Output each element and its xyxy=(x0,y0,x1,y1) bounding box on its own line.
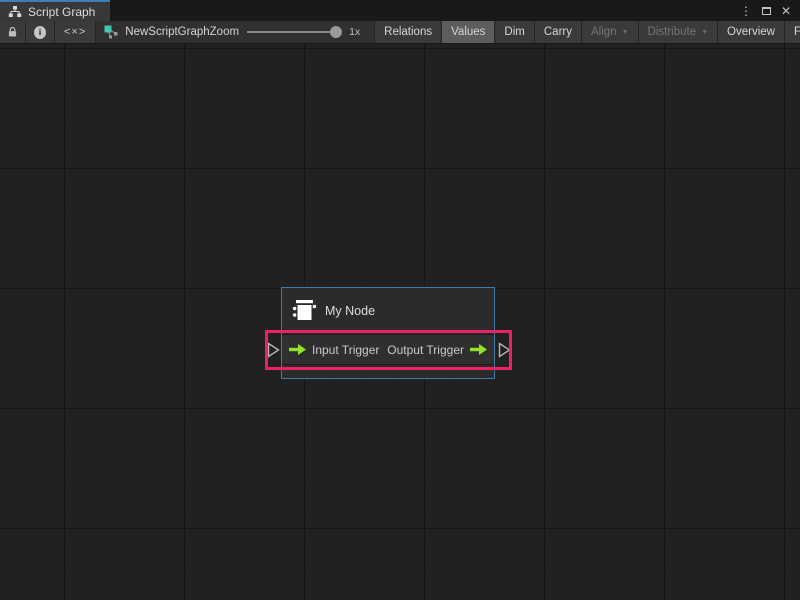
input-trigger-port[interactable]: Input Trigger xyxy=(289,343,379,357)
zoom-slider-handle[interactable] xyxy=(330,26,342,38)
code-preview-toggle-button[interactable]: <×> xyxy=(55,21,96,43)
output-trigger-port[interactable]: Output Trigger xyxy=(387,343,487,357)
zoom-value: 1x xyxy=(349,26,360,38)
relations-label: Relations xyxy=(384,26,432,38)
maximize-button[interactable] xyxy=(758,3,774,19)
lock-button[interactable] xyxy=(0,21,26,43)
carry-label: Carry xyxy=(544,26,572,38)
code-icon: <×> xyxy=(64,26,86,38)
relations-button[interactable]: Relations xyxy=(375,21,442,43)
flow-arrow-icon xyxy=(289,344,306,355)
close-button[interactable]: ✕ xyxy=(778,3,794,19)
dim-button[interactable]: Dim xyxy=(495,21,534,43)
fullscreen-label: Full Screen xyxy=(794,26,800,38)
info-icon: i xyxy=(34,26,46,39)
graph-canvas[interactable]: My Node Input Trigger Output Trigger xyxy=(0,44,800,600)
info-button[interactable]: i xyxy=(26,21,55,43)
maximize-icon xyxy=(762,7,771,15)
chevron-down-icon: ▼ xyxy=(622,29,629,36)
flow-arrow-icon xyxy=(470,344,487,355)
tab-script-graph[interactable]: Script Graph xyxy=(0,0,110,21)
graph-hierarchy-icon xyxy=(8,6,22,18)
zoom-slider[interactable] xyxy=(247,31,339,33)
node-title: My Node xyxy=(325,304,375,318)
distribute-label: Distribute xyxy=(648,26,697,38)
chevron-down-icon: ▼ xyxy=(701,29,708,36)
zoom-label: Zoom xyxy=(210,26,239,38)
tab-title: Script Graph xyxy=(28,5,95,19)
node-header[interactable]: My Node xyxy=(282,288,494,334)
input-port-label: Input Trigger xyxy=(312,343,379,357)
graph-name-breadcrumb[interactable]: NewScriptGraph xyxy=(125,26,209,38)
kebab-menu-icon: ⋮ xyxy=(740,4,752,18)
values-button[interactable]: Values xyxy=(442,21,495,43)
node-footer xyxy=(282,365,494,378)
fullscreen-button[interactable]: Full Screen xyxy=(785,21,800,43)
overview-label: Overview xyxy=(727,26,775,38)
window-controls: ⋮ ✕ xyxy=(738,0,800,21)
graph-toolbar: i <×> NewScriptGraph Zoom 1x Relations V… xyxy=(0,21,800,44)
node-ports-row: Input Trigger Output Trigger xyxy=(282,334,494,365)
graph-breadcrumb-section: NewScriptGraph Zoom 1x xyxy=(96,21,375,43)
carry-button[interactable]: Carry xyxy=(535,21,582,43)
overview-button[interactable]: Overview xyxy=(718,21,785,43)
align-dropdown-button[interactable]: Align ▼ xyxy=(582,21,639,43)
align-label: Align xyxy=(591,26,617,38)
script-graph-icon xyxy=(104,25,119,39)
output-connector-triangle-icon[interactable] xyxy=(498,342,511,358)
node-my-node[interactable]: My Node Input Trigger Output Trigger xyxy=(281,287,495,379)
distribute-dropdown-button[interactable]: Distribute ▼ xyxy=(639,21,719,43)
window-menu-button[interactable]: ⋮ xyxy=(738,3,754,19)
lock-icon xyxy=(8,26,17,38)
dim-label: Dim xyxy=(504,26,524,38)
output-port-label: Output Trigger xyxy=(387,343,464,357)
values-label: Values xyxy=(451,26,485,38)
tab-bar: Script Graph ⋮ ✕ xyxy=(0,0,800,21)
input-connector-triangle-icon[interactable] xyxy=(267,342,280,358)
close-icon: ✕ xyxy=(781,4,791,18)
unit-node-icon xyxy=(292,298,317,324)
